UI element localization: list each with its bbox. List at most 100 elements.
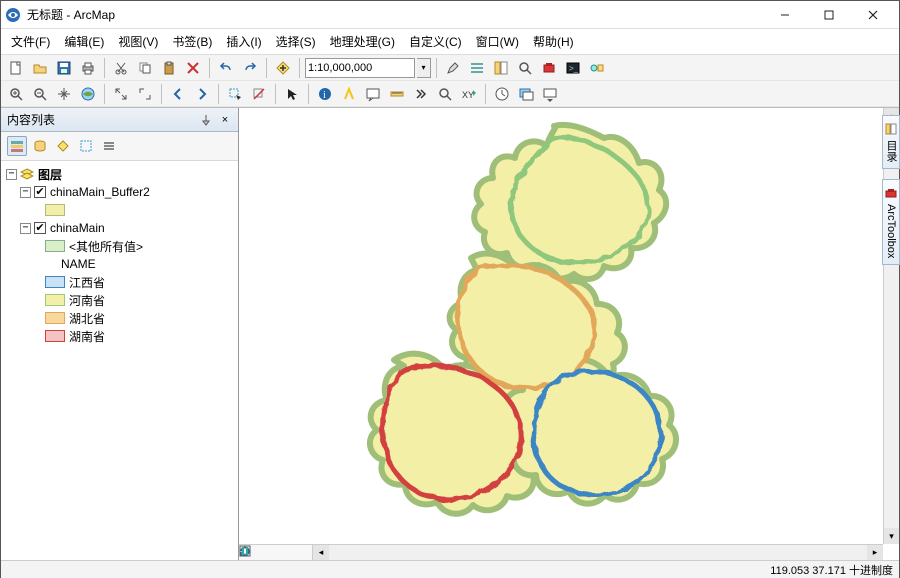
- scroll-down-arrow-icon[interactable]: ▾: [884, 528, 899, 544]
- layer-visibility-checkbox[interactable]: ✔: [34, 222, 46, 234]
- viewer-dropdown-icon[interactable]: [539, 83, 561, 105]
- toc-tree[interactable]: − 图层 − ✔ chinaMain_Buffer2 − ✔ chinaMain: [1, 161, 238, 560]
- copy-icon[interactable]: [134, 57, 156, 79]
- full-extent-icon[interactable]: [77, 83, 99, 105]
- layout-view-icon[interactable]: [260, 546, 274, 560]
- catalog-icon[interactable]: [490, 57, 512, 79]
- tree-class-row[interactable]: 河南省: [3, 291, 236, 309]
- scroll-right-arrow-icon[interactable]: ▸: [867, 545, 883, 560]
- pin-icon[interactable]: [200, 114, 212, 126]
- symbol-swatch[interactable]: [45, 276, 65, 288]
- minimize-button[interactable]: [763, 2, 807, 28]
- model-builder-icon[interactable]: [586, 57, 608, 79]
- expand-toggle-icon[interactable]: −: [20, 187, 31, 198]
- add-data-icon[interactable]: [272, 57, 294, 79]
- menu-bookmarks[interactable]: 书签(B): [166, 31, 218, 52]
- symbol-swatch[interactable]: [45, 204, 65, 216]
- select-features-icon[interactable]: [224, 83, 246, 105]
- map-canvas[interactable]: [239, 108, 879, 560]
- layer-visibility-checkbox[interactable]: ✔: [34, 186, 46, 198]
- layer-name: chinaMain_Buffer2: [50, 185, 150, 199]
- go-to-xy-icon[interactable]: XY: [458, 83, 480, 105]
- maximize-button[interactable]: [807, 2, 851, 28]
- menu-insert[interactable]: 插入(I): [220, 31, 267, 52]
- symbol-swatch[interactable]: [45, 294, 65, 306]
- symbol-swatch[interactable]: [45, 330, 65, 342]
- toc-options-icon[interactable]: [99, 136, 119, 156]
- pause-drawing-icon[interactable]: [294, 546, 308, 560]
- menu-geoprocessing[interactable]: 地理处理(G): [324, 31, 401, 52]
- toc-close-icon[interactable]: ×: [218, 113, 232, 127]
- cut-icon[interactable]: [110, 57, 132, 79]
- view-toggle-buttons: [239, 545, 313, 560]
- tree-class-row[interactable]: 湖北省: [3, 309, 236, 327]
- html-popup-icon[interactable]: [362, 83, 384, 105]
- list-by-drawing-order-icon[interactable]: [7, 136, 27, 156]
- symbol-swatch[interactable]: [45, 312, 65, 324]
- dock-tab-catalog[interactable]: 目录: [882, 115, 900, 169]
- toc-title-text: 内容列表: [7, 111, 55, 128]
- list-by-selection-icon[interactable]: [76, 136, 96, 156]
- menu-bar: 文件(F) 编辑(E) 视图(V) 书签(B) 插入(I) 选择(S) 地理处理…: [1, 29, 899, 55]
- menu-file[interactable]: 文件(F): [5, 31, 56, 52]
- refresh-view-icon[interactable]: [277, 546, 291, 560]
- paste-icon[interactable]: [158, 57, 180, 79]
- tree-class-row[interactable]: 江西省: [3, 273, 236, 291]
- new-document-icon[interactable]: [5, 57, 27, 79]
- tree-class-row[interactable]: 湖南省: [3, 327, 236, 345]
- layer-name: chinaMain: [50, 221, 105, 235]
- menu-help[interactable]: 帮助(H): [527, 31, 580, 52]
- find-icon[interactable]: [410, 83, 432, 105]
- tree-layer[interactable]: − ✔ chinaMain_Buffer2: [3, 183, 236, 201]
- tools-toolbar: i XY: [1, 81, 899, 107]
- redo-icon[interactable]: [239, 57, 261, 79]
- expand-toggle-icon[interactable]: −: [20, 223, 31, 234]
- symbol-swatch[interactable]: [45, 240, 65, 252]
- menu-view[interactable]: 视图(V): [112, 31, 164, 52]
- hyperlink-icon[interactable]: [338, 83, 360, 105]
- select-element-icon[interactable]: [281, 83, 303, 105]
- tree-other-values[interactable]: <其他所有值>: [3, 237, 236, 255]
- zoom-out-icon[interactable]: [29, 83, 51, 105]
- map-view[interactable]: ▴ ▾ ◂ ▸: [239, 108, 899, 560]
- delete-icon[interactable]: [182, 57, 204, 79]
- print-icon[interactable]: [77, 57, 99, 79]
- dock-tab-arctoolbox[interactable]: ArcToolbox: [882, 179, 900, 265]
- tree-symbol-row[interactable]: [3, 201, 236, 219]
- tree-layer[interactable]: − ✔ chinaMain: [3, 219, 236, 237]
- measure-icon[interactable]: [386, 83, 408, 105]
- undo-icon[interactable]: [215, 57, 237, 79]
- pan-icon[interactable]: [53, 83, 75, 105]
- create-viewer-icon[interactable]: [515, 83, 537, 105]
- tree-root[interactable]: − 图层: [3, 165, 236, 183]
- scale-input[interactable]: [305, 58, 415, 78]
- open-document-icon[interactable]: [29, 57, 51, 79]
- python-window-icon[interactable]: >_: [562, 57, 584, 79]
- scale-dropdown-arrow-icon[interactable]: ▾: [417, 58, 431, 78]
- back-extent-icon[interactable]: [167, 83, 189, 105]
- time-slider-icon[interactable]: [491, 83, 513, 105]
- forward-extent-icon[interactable]: [191, 83, 213, 105]
- editor-toolbar-icon[interactable]: [442, 57, 464, 79]
- arctoolbox-icon[interactable]: [538, 57, 560, 79]
- class-label: 湖北省: [69, 310, 105, 327]
- list-by-source-icon[interactable]: [30, 136, 50, 156]
- table-of-contents-icon[interactable]: [466, 57, 488, 79]
- save-document-icon[interactable]: [53, 57, 75, 79]
- zoom-in-icon[interactable]: [5, 83, 27, 105]
- identify-icon[interactable]: i: [314, 83, 336, 105]
- fixed-zoom-out-icon[interactable]: [134, 83, 156, 105]
- scroll-left-arrow-icon[interactable]: ◂: [313, 545, 329, 560]
- close-button[interactable]: [851, 2, 895, 28]
- menu-selection[interactable]: 选择(S): [270, 31, 322, 52]
- clear-selection-icon[interactable]: [248, 83, 270, 105]
- menu-customize[interactable]: 自定义(C): [403, 31, 468, 52]
- menu-windows[interactable]: 窗口(W): [470, 31, 525, 52]
- find-route-icon[interactable]: [434, 83, 456, 105]
- fixed-zoom-in-icon[interactable]: [110, 83, 132, 105]
- expand-toggle-icon[interactable]: −: [6, 169, 17, 180]
- scroll-track[interactable]: [329, 545, 867, 560]
- menu-edit[interactable]: 编辑(E): [58, 31, 110, 52]
- search-icon[interactable]: [514, 57, 536, 79]
- list-by-visibility-icon[interactable]: [53, 136, 73, 156]
